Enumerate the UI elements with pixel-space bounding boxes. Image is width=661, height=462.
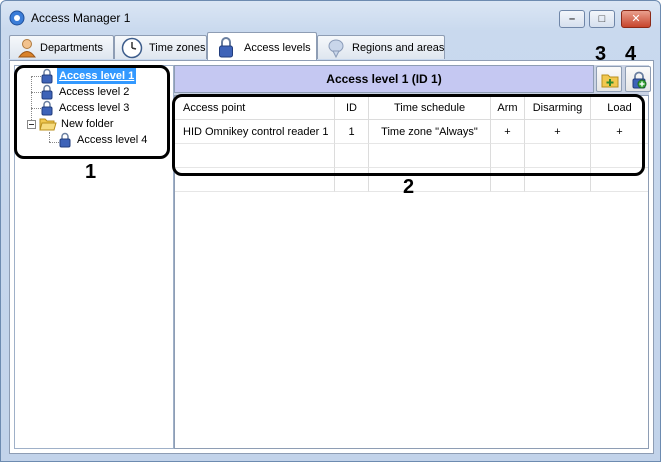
clock-icon — [121, 37, 143, 59]
app-logo-icon — [9, 10, 25, 26]
tab-label: Regions and areas — [352, 42, 445, 54]
person-icon — [18, 39, 36, 58]
callout-number-4: 4 — [625, 43, 637, 65]
tab-label: Access levels — [244, 42, 311, 54]
app-window: Access Manager 1 – □ ✕ Departments Time … — [0, 0, 661, 462]
callout-outline-grid — [172, 94, 645, 176]
callout-number-1: 1 — [85, 161, 97, 183]
minimize-button[interactable]: – — [559, 10, 585, 28]
window-title: Access Manager 1 — [31, 11, 131, 25]
maximize-button[interactable]: □ — [589, 10, 615, 28]
tab-regions-and-areas[interactable]: Regions and areas — [317, 35, 445, 59]
callout-number-2: 2 — [403, 176, 415, 198]
title-bar[interactable]: Access Manager 1 – □ ✕ — [1, 1, 660, 35]
access-level-add-icon — [632, 71, 647, 89]
close-button[interactable]: ✕ — [621, 10, 651, 28]
tab-time-zones[interactable]: Time zones — [114, 35, 207, 59]
regions-icon — [328, 39, 344, 58]
tab-access-levels[interactable]: Access levels — [207, 32, 317, 60]
add-access-level-button[interactable] — [625, 66, 651, 92]
tab-label: Departments — [40, 42, 103, 54]
panel-header: Access level 1 (ID 1) — [174, 65, 594, 93]
callout-number-3: 3 — [595, 43, 607, 65]
folder-add-icon — [601, 74, 619, 88]
padlock-icon — [219, 37, 233, 58]
tab-label: Time zones — [149, 42, 206, 54]
tab-departments[interactable]: Departments — [9, 35, 114, 59]
add-folder-button[interactable] — [596, 66, 622, 92]
callout-outline-tree — [14, 65, 170, 159]
